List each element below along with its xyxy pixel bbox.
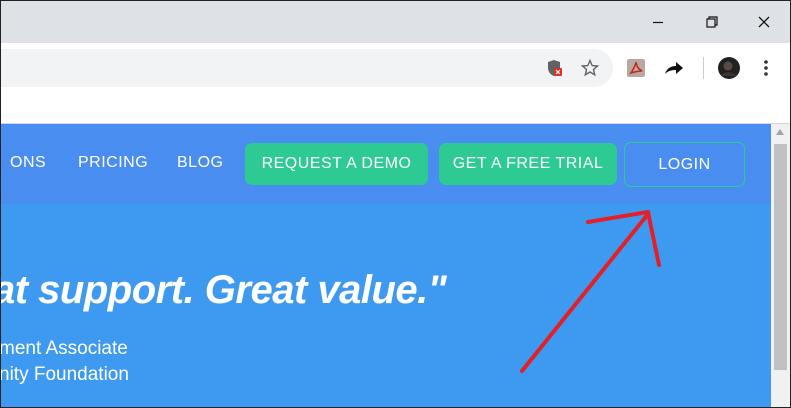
browser-window: ONS PRICING BLOG REQUEST A DEMO GET A FR… (0, 0, 791, 408)
annotation-arrow-icon (520, 210, 661, 373)
